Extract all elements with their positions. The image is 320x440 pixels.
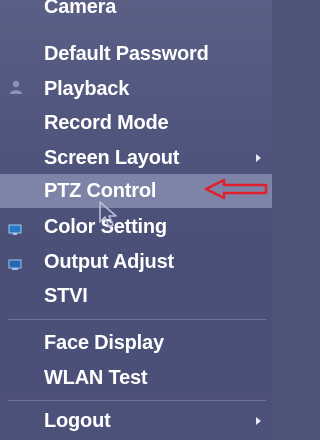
menu-item-playback[interactable]: Playback — [0, 72, 272, 106]
menu-item-color-setting[interactable]: Color Setting — [0, 210, 272, 244]
context-menu: Camera Default Password Playback Record … — [0, 0, 272, 440]
person-icon — [8, 78, 24, 101]
red-arrow-icon — [204, 178, 268, 200]
menu-item-label: Camera — [44, 0, 117, 18]
menu-item-label: Logout — [44, 409, 111, 432]
menu-item-stvi[interactable]: STVI — [0, 279, 272, 313]
menu-divider — [8, 400, 266, 401]
chevron-right-icon — [256, 417, 261, 425]
menu-item-wlan-test[interactable]: WLAN Test — [0, 361, 272, 395]
menu-item-default-password[interactable]: Default Password — [0, 37, 272, 71]
menu-item-logout[interactable]: Logout — [0, 404, 272, 438]
menu-item-label: WLAN Test — [44, 366, 148, 389]
menu-item-record-mode[interactable]: Record Mode — [0, 106, 272, 140]
menu-item-label: STVI — [44, 284, 88, 307]
mouse-pointer-icon — [99, 201, 117, 228]
menu-item-label: Output Adjust — [44, 250, 174, 273]
menu-item-label: Playback — [44, 77, 130, 100]
menu-item-label: Record Mode — [44, 111, 169, 134]
menu-item-face-display[interactable]: Face Display — [0, 326, 272, 360]
monitor-icon — [8, 219, 22, 242]
menu-divider — [8, 319, 266, 320]
menu-item-output-adjust[interactable]: Output Adjust — [0, 245, 272, 279]
menu-item-camera[interactable]: Camera — [0, 0, 272, 34]
menu-item-screen-layout[interactable]: Screen Layout — [0, 141, 272, 175]
menu-item-label: Face Display — [44, 331, 164, 354]
chevron-right-icon — [256, 154, 261, 162]
menu-item-label: Default Password — [44, 42, 209, 65]
display-icon — [8, 254, 22, 277]
menu-item-label: Screen Layout — [44, 146, 180, 169]
